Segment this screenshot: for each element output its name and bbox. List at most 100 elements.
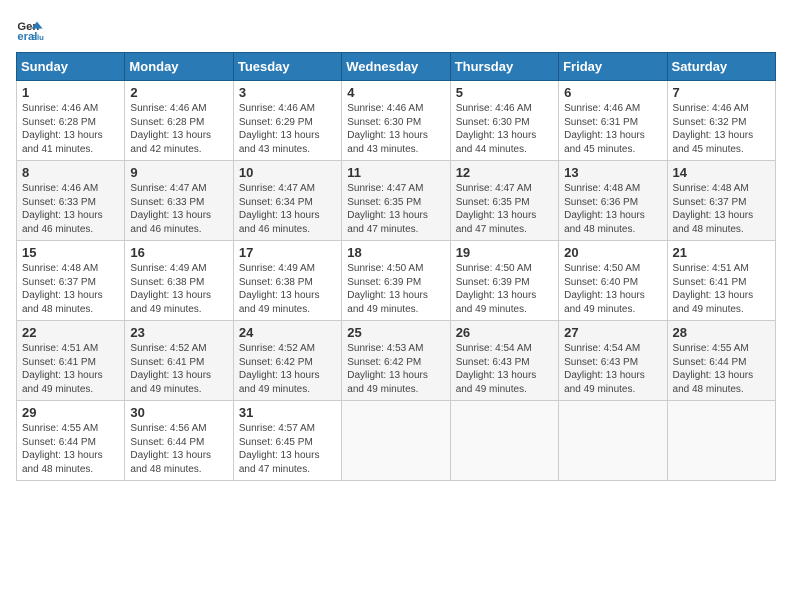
calendar-cell: 13 Sunrise: 4:48 AM Sunset: 6:36 PM Dayli… <box>559 161 667 241</box>
calendar-week-row: 29Sunrise: 4:55 AM Sunset: 6:44 PM Dayli… <box>17 401 776 481</box>
day-number: 28 <box>673 325 770 340</box>
day-number: 10 <box>239 165 336 180</box>
day-number: 15 <box>22 245 119 260</box>
day-info: Sunrise: 4:46 AM Sunset: 6:29 PM Dayligh… <box>239 102 336 156</box>
day-number: 21 <box>673 245 770 260</box>
header: Gen eral Blue <box>16 16 776 44</box>
day-number: 26 <box>456 325 553 340</box>
day-number: 31 <box>239 405 336 420</box>
calendar-cell: 25 Sunrise: 4:53 AM Sunset: 6:42 PM Dayli… <box>342 321 450 401</box>
day-number: 27 <box>564 325 661 340</box>
calendar-body: 1Sunrise: 4:46 AM Sunset: 6:28 PM Daylig… <box>17 81 776 481</box>
day-number: 6 <box>564 85 661 100</box>
calendar-cell: 29Sunrise: 4:55 AM Sunset: 6:44 PM Dayli… <box>17 401 125 481</box>
calendar-cell: 4Sunrise: 4:46 AM Sunset: 6:30 PM Daylig… <box>342 81 450 161</box>
calendar-week-row: 1Sunrise: 4:46 AM Sunset: 6:28 PM Daylig… <box>17 81 776 161</box>
header-row: SundayMondayTuesdayWednesdayThursdayFrid… <box>17 53 776 81</box>
day-number: 17 <box>239 245 336 260</box>
day-info: Sunrise: 4:48 AM Sunset: 6:36 PM Dayligh… <box>564 182 661 236</box>
calendar-cell: 19Sunrise: 4:50 AM Sunset: 6:39 PM Dayli… <box>450 241 558 321</box>
day-number: 8 <box>22 165 119 180</box>
day-info: Sunrise: 4:47 AM Sunset: 6:34 PM Dayligh… <box>239 182 336 236</box>
day-number: 19 <box>456 245 553 260</box>
day-number: 4 <box>347 85 444 100</box>
calendar-cell: 16 Sunrise: 4:49 AM Sunset: 6:38 PM Dayli… <box>125 241 233 321</box>
day-info: Sunrise: 4:46 AM Sunset: 6:28 PM Dayligh… <box>22 102 119 156</box>
calendar-cell: 31 Sunrise: 4:57 AM Sunset: 6:45 PM Dayli… <box>233 401 341 481</box>
calendar-header: SundayMondayTuesdayWednesdayThursdayFrid… <box>17 53 776 81</box>
calendar-cell: 15 Sunrise: 4:48 AM Sunset: 6:37 PM Dayli… <box>17 241 125 321</box>
calendar-week-row: 22Sunrise: 4:51 AM Sunset: 6:41 PM Dayli… <box>17 321 776 401</box>
calendar-cell: 26Sunrise: 4:54 AM Sunset: 6:43 PM Dayli… <box>450 321 558 401</box>
calendar-cell: 12 Sunrise: 4:47 AM Sunset: 6:35 PM Dayli… <box>450 161 558 241</box>
calendar-cell: 3 Sunrise: 4:46 AM Sunset: 6:29 PM Daylig… <box>233 81 341 161</box>
day-number: 2 <box>130 85 227 100</box>
day-info: Sunrise: 4:48 AM Sunset: 6:37 PM Dayligh… <box>22 262 119 316</box>
calendar-cell: 30Sunrise: 4:56 AM Sunset: 6:44 PM Dayli… <box>125 401 233 481</box>
calendar-cell: 14Sunrise: 4:48 AM Sunset: 6:37 PM Dayli… <box>667 161 775 241</box>
day-number: 11 <box>347 165 444 180</box>
calendar-table: SundayMondayTuesdayWednesdayThursdayFrid… <box>16 52 776 481</box>
day-number: 18 <box>347 245 444 260</box>
day-info: Sunrise: 4:51 AM Sunset: 6:41 PM Dayligh… <box>673 262 770 316</box>
calendar-cell: 18 Sunrise: 4:50 AM Sunset: 6:39 PM Dayli… <box>342 241 450 321</box>
calendar-cell <box>559 401 667 481</box>
day-info: Sunrise: 4:50 AM Sunset: 6:40 PM Dayligh… <box>564 262 661 316</box>
day-info: Sunrise: 4:57 AM Sunset: 6:45 PM Dayligh… <box>239 422 336 476</box>
header-day: Friday <box>559 53 667 81</box>
day-info: Sunrise: 4:47 AM Sunset: 6:35 PM Dayligh… <box>347 182 444 236</box>
calendar-cell <box>450 401 558 481</box>
day-number: 20 <box>564 245 661 260</box>
calendar-cell: 20 Sunrise: 4:50 AM Sunset: 6:40 PM Dayli… <box>559 241 667 321</box>
svg-text:Blue: Blue <box>31 33 44 42</box>
calendar-cell: 24Sunrise: 4:52 AM Sunset: 6:42 PM Dayli… <box>233 321 341 401</box>
calendar-cell: 10 Sunrise: 4:47 AM Sunset: 6:34 PM Dayli… <box>233 161 341 241</box>
day-info: Sunrise: 4:46 AM Sunset: 6:30 PM Dayligh… <box>456 102 553 156</box>
day-number: 3 <box>239 85 336 100</box>
calendar-cell <box>342 401 450 481</box>
day-info: Sunrise: 4:46 AM Sunset: 6:33 PM Dayligh… <box>22 182 119 236</box>
calendar-cell: 23 Sunrise: 4:52 AM Sunset: 6:41 PM Dayli… <box>125 321 233 401</box>
calendar-week-row: 15 Sunrise: 4:48 AM Sunset: 6:37 PM Dayli… <box>17 241 776 321</box>
calendar-cell: 11 Sunrise: 4:47 AM Sunset: 6:35 PM Dayli… <box>342 161 450 241</box>
day-number: 13 <box>564 165 661 180</box>
day-info: Sunrise: 4:53 AM Sunset: 6:42 PM Dayligh… <box>347 342 444 396</box>
calendar-cell: 27 Sunrise: 4:54 AM Sunset: 6:43 PM Dayli… <box>559 321 667 401</box>
calendar-cell: 1Sunrise: 4:46 AM Sunset: 6:28 PM Daylig… <box>17 81 125 161</box>
day-number: 22 <box>22 325 119 340</box>
day-info: Sunrise: 4:49 AM Sunset: 6:38 PM Dayligh… <box>239 262 336 316</box>
day-info: Sunrise: 4:52 AM Sunset: 6:41 PM Dayligh… <box>130 342 227 396</box>
day-info: Sunrise: 4:46 AM Sunset: 6:32 PM Dayligh… <box>673 102 770 156</box>
day-info: Sunrise: 4:54 AM Sunset: 6:43 PM Dayligh… <box>564 342 661 396</box>
calendar-cell <box>667 401 775 481</box>
day-info: Sunrise: 4:47 AM Sunset: 6:35 PM Dayligh… <box>456 182 553 236</box>
day-info: Sunrise: 4:56 AM Sunset: 6:44 PM Dayligh… <box>130 422 227 476</box>
day-info: Sunrise: 4:55 AM Sunset: 6:44 PM Dayligh… <box>22 422 119 476</box>
day-number: 9 <box>130 165 227 180</box>
header-day: Wednesday <box>342 53 450 81</box>
header-day: Sunday <box>17 53 125 81</box>
day-info: Sunrise: 4:46 AM Sunset: 6:28 PM Dayligh… <box>130 102 227 156</box>
calendar-cell: 7 Sunrise: 4:46 AM Sunset: 6:32 PM Daylig… <box>667 81 775 161</box>
header-day: Monday <box>125 53 233 81</box>
day-number: 12 <box>456 165 553 180</box>
calendar-cell: 9Sunrise: 4:47 AM Sunset: 6:33 PM Daylig… <box>125 161 233 241</box>
day-number: 23 <box>130 325 227 340</box>
calendar-cell: 17 Sunrise: 4:49 AM Sunset: 6:38 PM Dayli… <box>233 241 341 321</box>
day-info: Sunrise: 4:50 AM Sunset: 6:39 PM Dayligh… <box>347 262 444 316</box>
calendar-cell: 5 Sunrise: 4:46 AM Sunset: 6:30 PM Daylig… <box>450 81 558 161</box>
calendar-cell: 8 Sunrise: 4:46 AM Sunset: 6:33 PM Daylig… <box>17 161 125 241</box>
day-number: 7 <box>673 85 770 100</box>
day-number: 25 <box>347 325 444 340</box>
header-day: Saturday <box>667 53 775 81</box>
calendar-cell: 22Sunrise: 4:51 AM Sunset: 6:41 PM Dayli… <box>17 321 125 401</box>
header-day: Thursday <box>450 53 558 81</box>
calendar-cell: 21 Sunrise: 4:51 AM Sunset: 6:41 PM Dayli… <box>667 241 775 321</box>
day-info: Sunrise: 4:48 AM Sunset: 6:37 PM Dayligh… <box>673 182 770 236</box>
day-info: Sunrise: 4:52 AM Sunset: 6:42 PM Dayligh… <box>239 342 336 396</box>
day-info: Sunrise: 4:49 AM Sunset: 6:38 PM Dayligh… <box>130 262 227 316</box>
calendar-cell: 28 Sunrise: 4:55 AM Sunset: 6:44 PM Dayli… <box>667 321 775 401</box>
day-number: 5 <box>456 85 553 100</box>
day-info: Sunrise: 4:55 AM Sunset: 6:44 PM Dayligh… <box>673 342 770 396</box>
day-number: 16 <box>130 245 227 260</box>
